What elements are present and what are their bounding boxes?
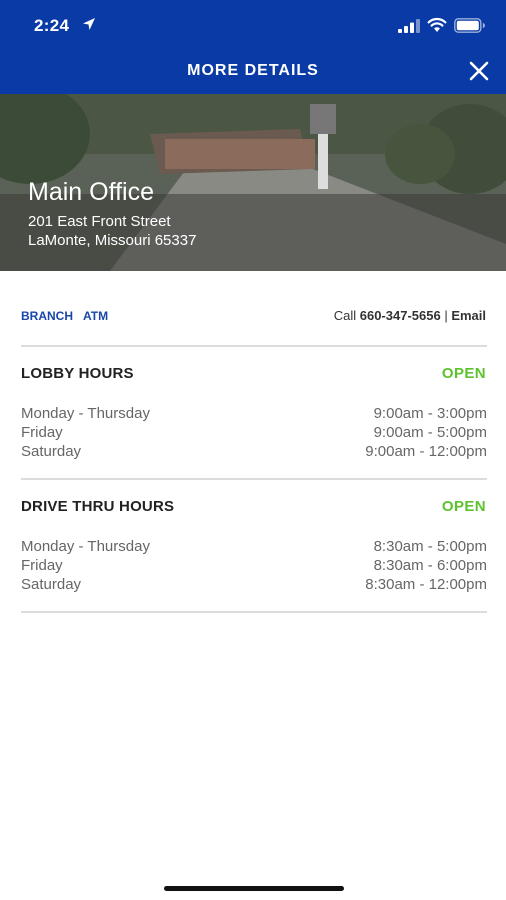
branch-photo-banner: Main Office 201 East Front Street LaMont…	[0, 94, 506, 271]
hours-value: 8:30am - 6:00pm	[373, 557, 487, 574]
top-bar: 2:24 MORE DETAILS	[0, 0, 506, 94]
day-label: Friday	[21, 424, 63, 441]
location-name: Main Office	[28, 178, 154, 206]
page-title: MORE DETAILS	[187, 62, 319, 79]
hours-value: 9:00am - 5:00pm	[373, 424, 487, 441]
wifi-icon	[427, 17, 447, 32]
hours-value: 8:30am - 12:00pm	[365, 576, 487, 593]
lobby-hours-row: Saturday 9:00am - 12:00pm	[21, 443, 487, 462]
divider	[21, 345, 487, 347]
day-label: Friday	[21, 557, 63, 574]
call-label: Call	[333, 308, 360, 323]
lobby-hours-row: Friday 9:00am - 5:00pm	[21, 424, 487, 443]
drive-thru-status-badge: OPEN	[441, 498, 486, 515]
lobby-hours-title: LOBBY HOURS	[21, 365, 134, 382]
status-time: 2:24	[34, 16, 70, 35]
contact-separator: |	[440, 308, 452, 323]
divider	[21, 478, 487, 480]
tab-branch[interactable]: BRANCH	[21, 309, 73, 323]
drive-thru-hours-row: Friday 8:30am - 6:00pm	[21, 557, 487, 576]
service-type-tabs: BRANCH ATM	[21, 309, 118, 323]
hours-value: 9:00am - 12:00pm	[365, 443, 487, 460]
divider	[21, 611, 487, 613]
day-label: Monday - Thursday	[21, 538, 150, 555]
cellular-signal-icon	[398, 19, 420, 33]
tab-atm[interactable]: ATM	[83, 309, 108, 323]
hours-value: 8:30am - 5:00pm	[373, 538, 487, 555]
status-bar: 2:24	[0, 0, 506, 50]
drive-thru-hours-row: Saturday 8:30am - 12:00pm	[21, 576, 487, 595]
contact-links: Call 660-347-5656 | Email	[334, 308, 486, 323]
close-icon[interactable]	[466, 58, 492, 84]
address-line-1: 201 East Front Street	[28, 213, 171, 230]
drive-thru-hours-row: Monday - Thursday 8:30am - 5:00pm	[21, 538, 487, 557]
home-indicator[interactable]	[164, 886, 344, 891]
day-label: Saturday	[21, 576, 82, 593]
email-link[interactable]: Email	[451, 308, 486, 323]
lobby-status-badge: OPEN	[441, 365, 486, 382]
phone-link[interactable]: 660-347-5656	[360, 308, 441, 323]
day-label: Saturday	[21, 443, 82, 460]
day-label: Monday - Thursday	[21, 405, 150, 422]
location-arrow-icon	[83, 18, 95, 30]
hours-value: 9:00am - 3:00pm	[373, 405, 487, 422]
drive-thru-hours-title: DRIVE THRU HOURS	[21, 498, 175, 515]
battery-icon	[454, 18, 485, 33]
lobby-hours-row: Monday - Thursday 9:00am - 3:00pm	[21, 405, 487, 424]
address-line-2: LaMonte, Missouri 65337	[28, 232, 197, 249]
